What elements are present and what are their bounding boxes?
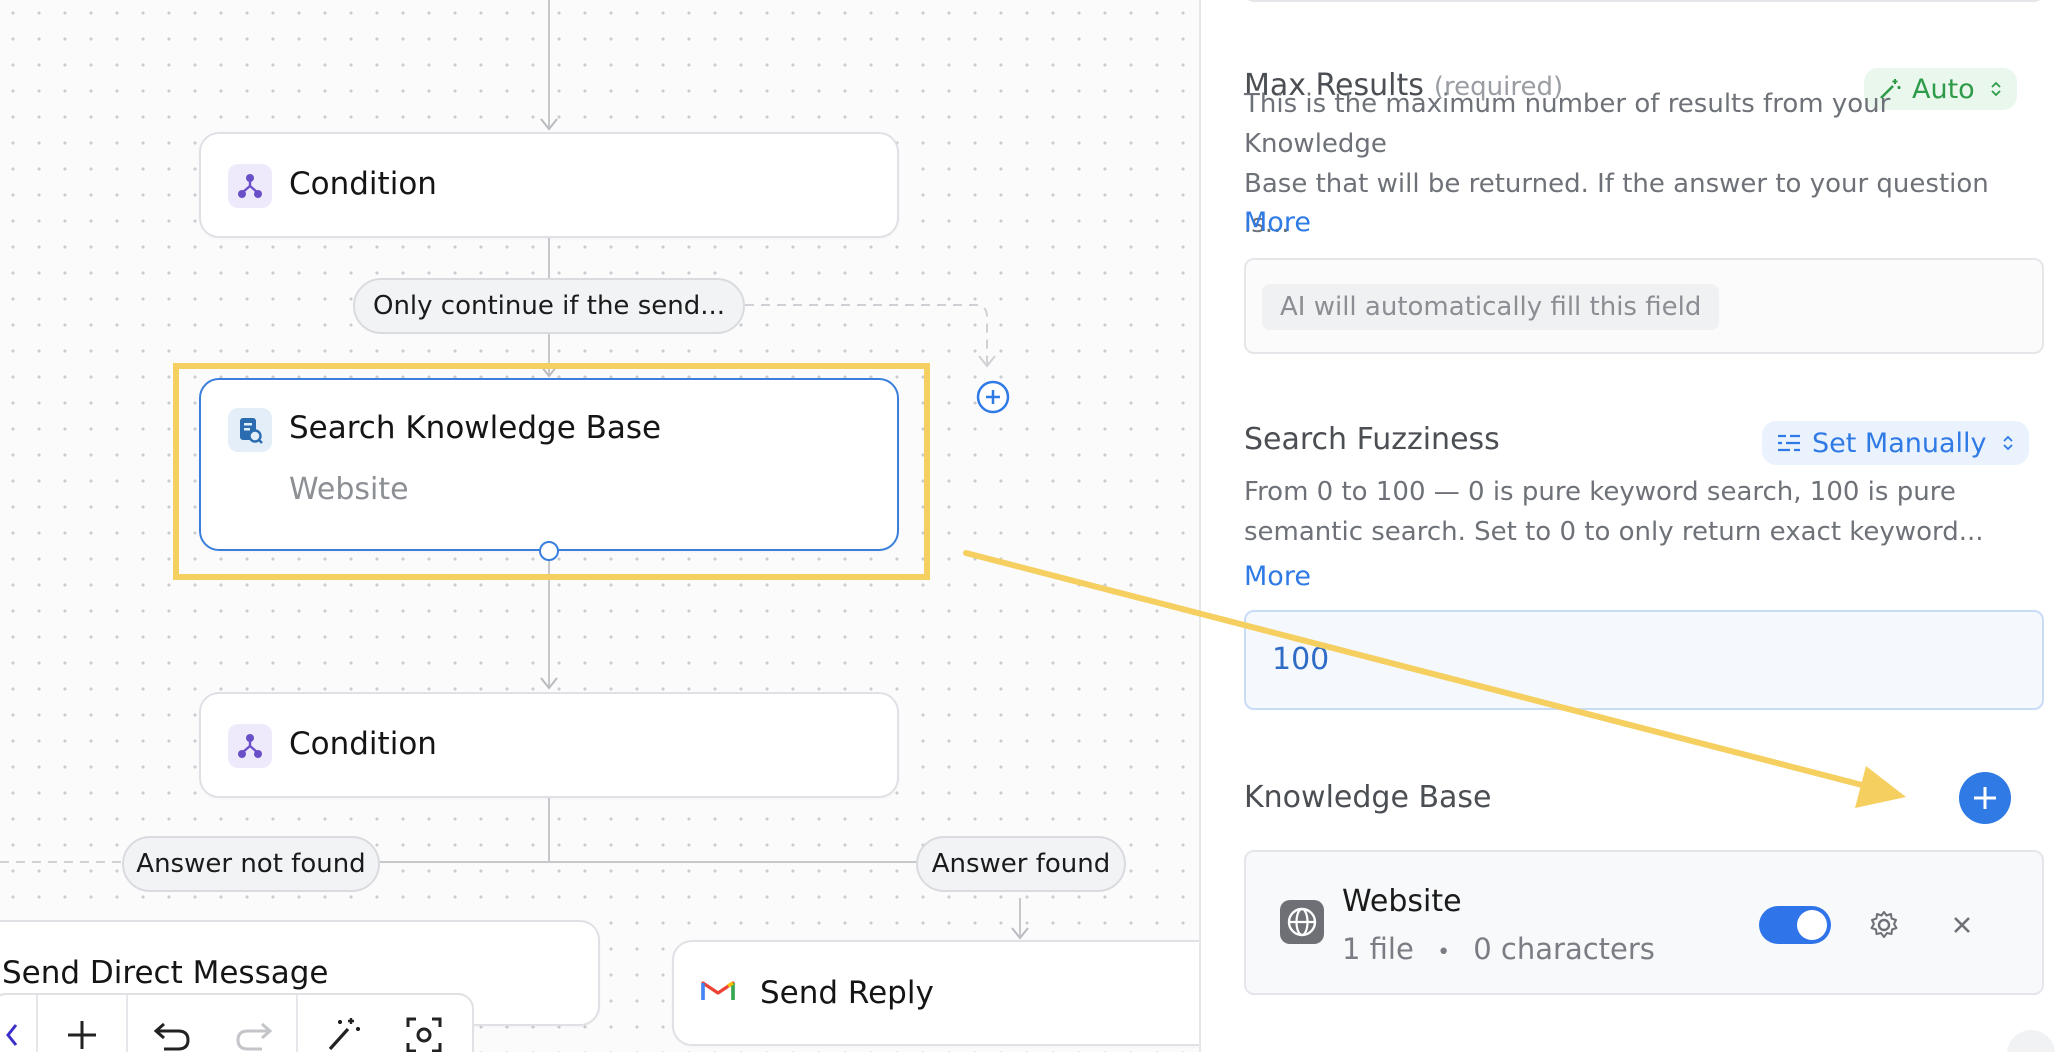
knowledge-base-item-meta: 1 file • 0 characters bbox=[1342, 932, 1655, 966]
canvas-toolbar bbox=[0, 993, 474, 1052]
focus-icon bbox=[406, 1017, 442, 1052]
undo-button[interactable] bbox=[132, 1005, 212, 1052]
character-count: 0 characters bbox=[1473, 932, 1655, 966]
gmail-icon bbox=[700, 976, 736, 1006]
condition-node-title: Condition bbox=[289, 726, 437, 762]
add-step-icon[interactable] bbox=[976, 380, 1010, 414]
previous-field[interactable] bbox=[1244, 0, 2044, 2]
meta-separator: • bbox=[1437, 940, 1451, 965]
auto-layout-button[interactable] bbox=[302, 1005, 382, 1052]
sliders-icon bbox=[1778, 434, 1800, 452]
add-knowledge-base-button[interactable] bbox=[1959, 772, 2011, 824]
search-fuzziness-value: 100 bbox=[1272, 642, 1330, 677]
knowledge-base-item[interactable]: Website 1 file • 0 characters bbox=[1244, 850, 2044, 995]
search-fuzziness-input[interactable]: 100 bbox=[1244, 610, 2044, 710]
workflow-canvas[interactable]: Condition Only continue if the send... S… bbox=[0, 0, 1199, 1052]
redo-icon bbox=[236, 1022, 273, 1051]
send-reply-node[interactable]: Send Reply bbox=[672, 940, 1199, 1046]
branch-icon bbox=[228, 724, 272, 768]
step-config-panel: Max Results (required) Auto This is the m… bbox=[1201, 0, 2056, 1052]
send-reply-title: Send Reply bbox=[760, 975, 934, 1011]
globe-icon bbox=[1280, 900, 1324, 944]
chevron-up-down-icon bbox=[2002, 435, 2013, 451]
search-fuzziness-description: From 0 to 100 — 0 is pure keyword search… bbox=[1244, 477, 1984, 547]
chevron-left-icon bbox=[6, 1024, 18, 1046]
remove-knowledge-base-button[interactable] bbox=[1947, 910, 1977, 940]
highlight-box bbox=[173, 363, 930, 580]
search-fuzziness-title: Search Fuzziness bbox=[1244, 422, 1500, 457]
knowledge-base-enabled-toggle[interactable] bbox=[1759, 906, 1831, 944]
undo-icon bbox=[153, 1022, 190, 1051]
plus-icon bbox=[68, 1021, 96, 1049]
branch-label-only-continue[interactable]: Only continue if the send... bbox=[353, 278, 745, 334]
search-fuzziness-more-link[interactable]: More bbox=[1244, 561, 1311, 592]
condition-node[interactable]: Condition bbox=[199, 132, 899, 238]
gear-icon bbox=[1870, 911, 1898, 938]
branch-icon bbox=[228, 164, 272, 208]
branch-label-answer-not-found[interactable]: Answer not found bbox=[122, 836, 380, 892]
condition-node-title: Condition bbox=[289, 166, 437, 202]
file-count: 1 file bbox=[1342, 932, 1414, 966]
close-icon bbox=[1954, 917, 1970, 933]
magic-wand-icon bbox=[328, 1018, 360, 1051]
condition-node[interactable]: Condition bbox=[199, 692, 899, 798]
fit-view-button[interactable] bbox=[384, 1005, 464, 1052]
knowledge-base-title: Knowledge Base bbox=[1244, 780, 1492, 815]
max-results-more-link[interactable]: More bbox=[1244, 207, 1311, 238]
plus-icon bbox=[1974, 787, 1996, 809]
branch-label-answer-found[interactable]: Answer found bbox=[916, 836, 1126, 892]
set-manually-dropdown[interactable]: Set Manually bbox=[1762, 421, 2029, 465]
max-results-field[interactable]: AI will automatically fill this field bbox=[1244, 258, 2044, 354]
auto-fill-chip: AI will automatically fill this field bbox=[1262, 284, 1720, 330]
partial-circle bbox=[2007, 1030, 2055, 1052]
knowledge-base-item-name: Website bbox=[1342, 884, 1462, 919]
redo-button[interactable] bbox=[214, 1005, 294, 1052]
max-results-description: This is the maximum number of results fr… bbox=[1244, 89, 1989, 239]
set-manually-label: Set Manually bbox=[1812, 427, 1987, 459]
send-direct-message-title: Send Direct Message bbox=[2, 955, 329, 991]
knowledge-base-settings-button[interactable] bbox=[1867, 908, 1901, 942]
add-button[interactable] bbox=[42, 1005, 122, 1052]
